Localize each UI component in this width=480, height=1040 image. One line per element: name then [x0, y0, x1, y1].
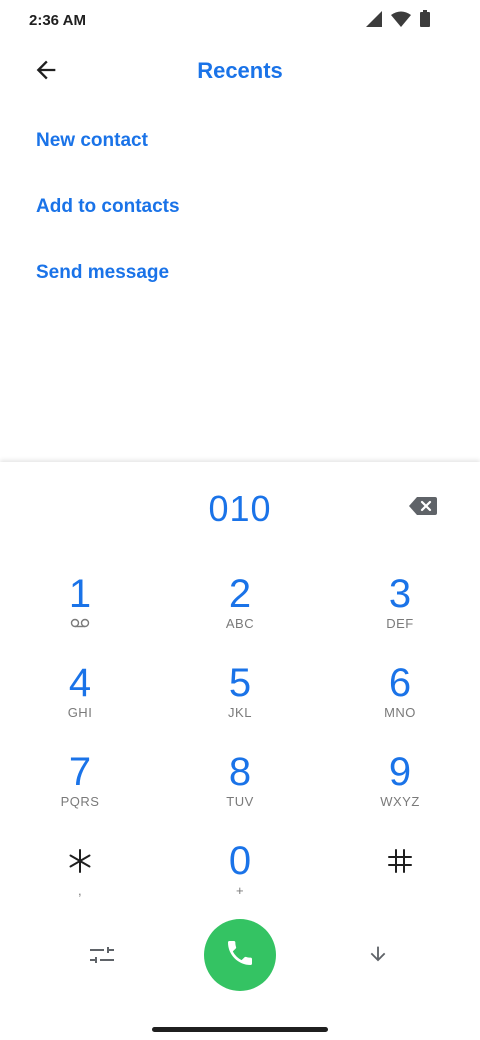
dialpad-key-4[interactable]: 4 GHI: [20, 661, 140, 745]
dialpad-key-1[interactable]: 1: [20, 572, 140, 656]
key-digit: 0: [228, 839, 252, 883]
status-bar: 2:36 AM: [0, 0, 480, 44]
dialpad-key-0[interactable]: 0 +: [180, 839, 300, 923]
battery-icon: [420, 10, 430, 32]
cell-signal-icon: [366, 10, 382, 32]
dialpad-key-7[interactable]: 7 PQRS: [20, 750, 140, 834]
dialer-screen: 2:36 AM Recents New contact Add to conta…: [0, 0, 480, 1040]
dialpad-key-pound[interactable]: [340, 839, 460, 923]
dialpad-key-star[interactable]: ,: [20, 839, 140, 923]
key-letters: WXYZ: [380, 794, 420, 809]
voicemail-icon: [20, 616, 140, 632]
backspace-icon: [409, 496, 437, 520]
dialpad-key-9[interactable]: 9 WXYZ: [340, 750, 460, 834]
wifi-icon: [391, 11, 411, 32]
call-button[interactable]: [204, 919, 276, 991]
dialpad-key-2[interactable]: 2 ABC: [180, 572, 300, 656]
asterisk-symbol: [20, 839, 140, 883]
key-digit: 9: [388, 750, 412, 794]
key-letters: JKL: [228, 705, 252, 720]
key-letters: TUV: [226, 794, 254, 809]
key-letters: MNO: [384, 705, 416, 720]
backspace-button[interactable]: [406, 496, 440, 520]
arrow-down-icon: [367, 943, 389, 970]
contact-actions: New contact Add to contacts Send message: [36, 108, 180, 306]
send-message-button[interactable]: Send message: [36, 240, 180, 306]
page-title: Recents: [197, 58, 283, 83]
key-letters: +: [235, 883, 245, 898]
tune-icon: [90, 946, 114, 969]
dialpad-key-5[interactable]: 5 JKL: [180, 661, 300, 745]
key-digit: 1: [68, 572, 92, 616]
gesture-nav-handle[interactable]: [152, 1027, 328, 1032]
dialed-number[interactable]: 010: [100, 488, 380, 530]
key-digit: 6: [388, 661, 412, 705]
dialpad-key-6[interactable]: 6 MNO: [340, 661, 460, 745]
dialpad-options-button[interactable]: [86, 946, 118, 968]
dialpad: 010 1 2 ABC 3 DEF 4 GHI 5 JKL 6 MNO 7 PQ…: [0, 462, 480, 1040]
status-icons: [366, 10, 430, 32]
key-digit: 7: [68, 750, 92, 794]
app-bar: Recents: [0, 44, 480, 100]
key-letters: ABC: [225, 616, 255, 631]
phone-icon: [224, 937, 256, 974]
key-letters: ,: [77, 883, 83, 898]
key-letters: GHI: [67, 705, 93, 720]
key-letters: PQRS: [60, 794, 100, 809]
key-digit: 8: [228, 750, 252, 794]
key-letters: DEF: [386, 616, 414, 631]
new-contact-button[interactable]: New contact: [36, 108, 180, 174]
add-to-contacts-button[interactable]: Add to contacts: [36, 174, 180, 240]
key-digit: 3: [388, 572, 412, 616]
key-digit: 2: [228, 572, 252, 616]
hide-dialpad-button[interactable]: [364, 942, 392, 970]
status-time: 2:36 AM: [29, 12, 86, 29]
pound-symbol: [340, 839, 460, 883]
dialpad-key-3[interactable]: 3 DEF: [340, 572, 460, 656]
key-digit: 4: [68, 661, 92, 705]
dialpad-key-8[interactable]: 8 TUV: [180, 750, 300, 834]
key-digit: 5: [228, 661, 252, 705]
